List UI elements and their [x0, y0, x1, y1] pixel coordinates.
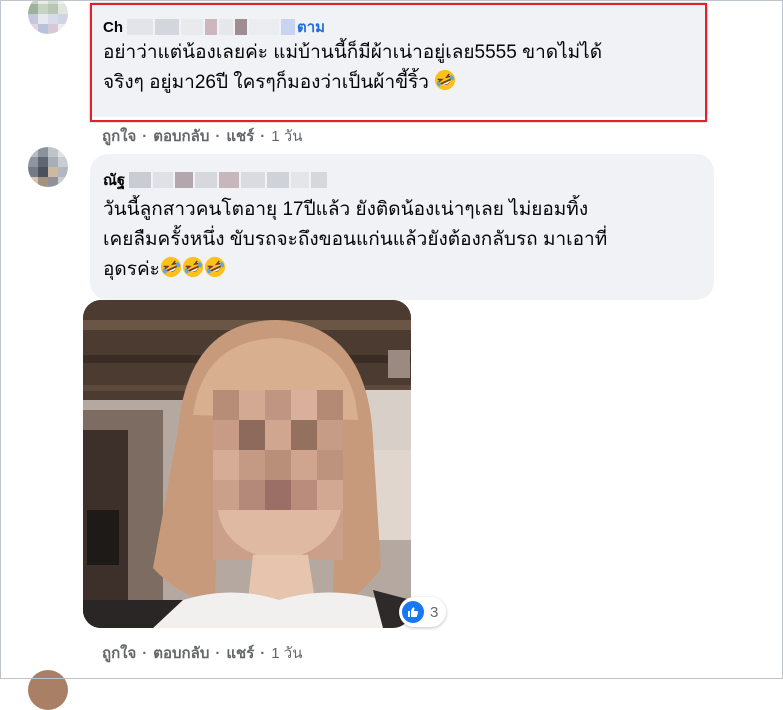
commenter-name[interactable]: Ch: [103, 19, 123, 36]
redacted-name: [311, 172, 328, 188]
separator: ·: [260, 127, 266, 145]
like-action[interactable]: ถูกใจ: [102, 641, 136, 665]
share-action[interactable]: แชร์: [226, 124, 254, 148]
comment-bubble: ณัฐ วันนี้ลูกสาวคนโตอายุ 17ปีแล้ว ยังติด…: [90, 154, 714, 300]
like-action[interactable]: ถูกใจ: [102, 124, 136, 148]
reply-action[interactable]: ตอบกลับ: [153, 641, 209, 665]
comment-timestamp[interactable]: 1 วัน: [271, 124, 302, 148]
redacted-name: [241, 172, 266, 188]
redacted-name: [281, 19, 295, 35]
redacted-name: [129, 172, 152, 188]
separator: ·: [142, 127, 148, 145]
comment-line-text: อุดรค่ะ: [103, 259, 160, 280]
reaction-count-value: 3: [430, 603, 439, 621]
rolling-on-floor-laughing-icon: [160, 256, 181, 278]
redacted-name: [291, 172, 310, 188]
redacted-name: [127, 19, 153, 35]
rolling-on-floor-laughing-icon: [182, 256, 203, 278]
avatar[interactable]: [28, 670, 68, 710]
comment-actions: ถูกใจ · ตอบกลับ · แชร์ · 1 วัน: [102, 124, 302, 148]
rolling-on-floor-laughing-icon: [204, 256, 225, 278]
comment-line: จริงๆ อยู่มา26ปี ใครๆก็มองว่าเป็นผ้าขี้ร…: [103, 68, 694, 98]
share-action[interactable]: แชร์: [226, 641, 254, 665]
attached-photo[interactable]: [83, 300, 411, 628]
redacted-name: [155, 19, 179, 35]
comment-line: อย่าว่าแต่น้องเลยค่ะ แม่บ้านนี้ก็มีผ้าเน…: [103, 42, 603, 63]
avatar[interactable]: [28, 0, 68, 34]
rolling-on-floor-laughing-icon: [435, 69, 456, 91]
separator: ·: [142, 644, 148, 662]
redacted-name: [181, 19, 203, 35]
comment-bubble: Ch ตาม อย่าว่าแต่น้องเลยค่ะ แม่บ้านนี้ก็…: [90, 5, 708, 117]
comment-text: วันนี้ลูกสาวคนโตอายุ 17ปีแล้ว ยังติดน้อง…: [103, 195, 700, 285]
reply-action[interactable]: ตอบกลับ: [153, 124, 209, 148]
comment-timestamp[interactable]: 1 วัน: [271, 641, 302, 665]
redacted-name: [219, 172, 240, 188]
follow-button[interactable]: ตาม: [297, 15, 325, 39]
separator: ·: [260, 644, 266, 662]
blurred-selfie-photo: [83, 300, 411, 628]
redacted-name: [249, 19, 279, 35]
comment-line: เคยลืมครั้งหนึ่ง ขับรถจะถึงขอนแก่นแล้วยั…: [103, 229, 608, 250]
comment-line: วันนี้ลูกสาวคนโตอายุ 17ปีแล้ว ยังติดน้อง…: [103, 199, 589, 220]
redacted-name: [219, 19, 233, 35]
comment-actions: ถูกใจ · ตอบกลับ · แชร์ · 1 วัน: [102, 641, 302, 665]
avatar[interactable]: [28, 147, 68, 187]
separator: ·: [215, 127, 221, 145]
comment-line-text: จริงๆ อยู่มา26ปี ใครๆก็มองว่าเป็นผ้าขี้ร…: [103, 72, 429, 93]
reaction-count[interactable]: 3: [399, 597, 447, 627]
redacted-name: [235, 19, 247, 35]
redacted-name: [267, 172, 290, 188]
comment-text: อย่าว่าแต่น้องเลยค่ะ แม่บ้านนี้ก็มีผ้าเน…: [103, 38, 694, 98]
redacted-name: [195, 172, 218, 188]
like-icon: [402, 601, 424, 623]
comment-line: อุดรค่ะ: [103, 255, 700, 285]
commenter-name[interactable]: ณัฐ: [103, 168, 125, 192]
redacted-name: [153, 172, 174, 188]
redacted-name: [205, 19, 217, 35]
separator: ·: [215, 644, 221, 662]
redacted-name: [175, 172, 194, 188]
